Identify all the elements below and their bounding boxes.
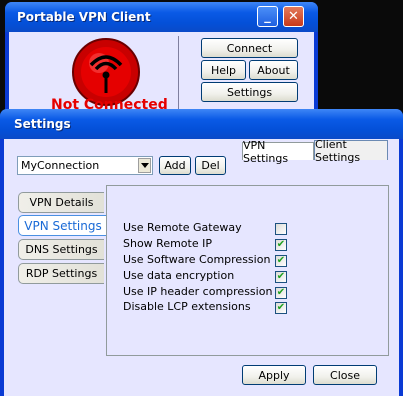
checkbox-disable-lcp[interactable]: ✔ bbox=[275, 302, 287, 314]
settings-window: Settings VPN Settings Client Settings My… bbox=[0, 109, 403, 396]
option-label-disable-lcp: Disable LCP extensions bbox=[123, 300, 251, 313]
sidetab-rdp-settings[interactable]: RDP Settings bbox=[18, 263, 104, 284]
option-label-remote-gateway: Use Remote Gateway bbox=[123, 221, 242, 234]
option-label-show-remote-ip: Show Remote IP bbox=[123, 237, 212, 250]
close-button[interactable]: Close bbox=[313, 365, 377, 385]
checkbox-software-compression[interactable]: ✔ bbox=[275, 255, 287, 267]
add-connection-button[interactable]: Add bbox=[159, 156, 191, 175]
settings-window-title: Settings bbox=[14, 117, 71, 131]
help-button[interactable]: Help bbox=[201, 60, 246, 80]
option-label-software-compression: Use Software Compression bbox=[123, 253, 271, 266]
option-label-ip-header-compression: Use IP header compression bbox=[123, 285, 273, 298]
sidetab-dns-settings[interactable]: DNS Settings bbox=[18, 239, 104, 260]
option-label-data-encryption: Use data encryption bbox=[123, 269, 235, 282]
client-titlebar[interactable]: Portable VPN Client _ ✕ bbox=[5, 2, 318, 32]
tab-vpn-settings[interactable]: VPN Settings bbox=[242, 139, 314, 165]
delete-connection-button[interactable]: Del bbox=[195, 156, 226, 175]
apply-button[interactable]: Apply bbox=[242, 365, 306, 385]
separator bbox=[178, 36, 179, 116]
connection-select[interactable]: MyConnection bbox=[17, 156, 153, 175]
dropdown-arrow-button[interactable] bbox=[138, 158, 151, 173]
connect-button[interactable]: Connect bbox=[201, 38, 298, 58]
connection-select-value: MyConnection bbox=[21, 159, 100, 172]
minimize-button[interactable]: _ bbox=[257, 6, 278, 27]
checkbox-ip-header-compression[interactable]: ✔ bbox=[275, 287, 287, 299]
checkbox-show-remote-ip[interactable]: ✔ bbox=[275, 239, 287, 251]
sidetab-vpn-settings[interactable]: VPN Settings bbox=[18, 215, 107, 236]
settings-titlebar[interactable]: Settings bbox=[0, 109, 403, 139]
client-window-title: Portable VPN Client bbox=[17, 10, 151, 24]
settings-button[interactable]: Settings bbox=[201, 82, 298, 102]
chevron-down-icon bbox=[140, 163, 149, 168]
close-icon: ✕ bbox=[288, 9, 299, 24]
sidetab-vpn-details[interactable]: VPN Details bbox=[18, 192, 104, 213]
settings-body: VPN Settings Client Settings MyConnectio… bbox=[4, 138, 399, 396]
about-button[interactable]: About bbox=[249, 60, 298, 80]
minimize-icon: _ bbox=[264, 9, 271, 24]
checkbox-data-encryption[interactable]: ✔ bbox=[275, 271, 287, 283]
tab-client-settings[interactable]: Client Settings bbox=[314, 138, 388, 164]
close-window-button[interactable]: ✕ bbox=[283, 6, 304, 27]
checkbox-remote-gateway[interactable] bbox=[275, 223, 287, 235]
